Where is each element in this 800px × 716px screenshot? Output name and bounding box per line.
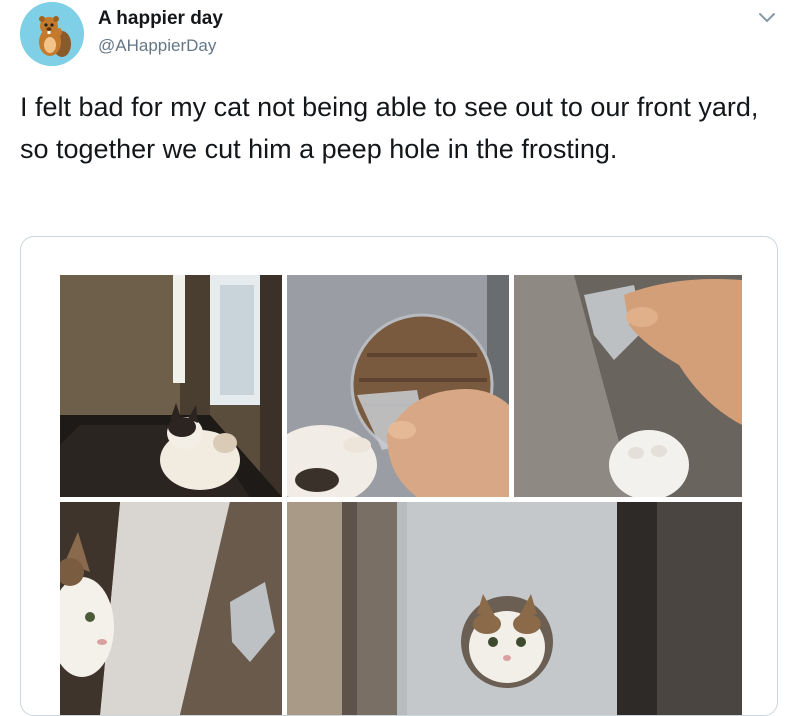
more-options-button[interactable] (756, 10, 778, 26)
tweet: A happier day @AHappierDay I felt bad fo… (0, 0, 800, 716)
tweet-text: I felt bad for my cat not being able to … (20, 92, 759, 164)
photo-cat-by-door[interactable] (60, 502, 282, 715)
photo-collage (60, 275, 742, 715)
chevron-down-icon (759, 13, 775, 22)
media-card[interactable] (20, 236, 778, 716)
user-handle[interactable]: @AHappierDay (98, 36, 216, 56)
photo-cat-peeking[interactable] (287, 502, 742, 715)
avatar[interactable] (20, 2, 84, 66)
display-name[interactable]: A happier day (98, 8, 223, 30)
photo-hand-and-paw[interactable] (514, 275, 742, 497)
photo-hand-peeling-film[interactable] (287, 275, 509, 497)
beaver-avatar-icon (20, 2, 84, 66)
photo-cat-entryway[interactable] (60, 275, 282, 497)
